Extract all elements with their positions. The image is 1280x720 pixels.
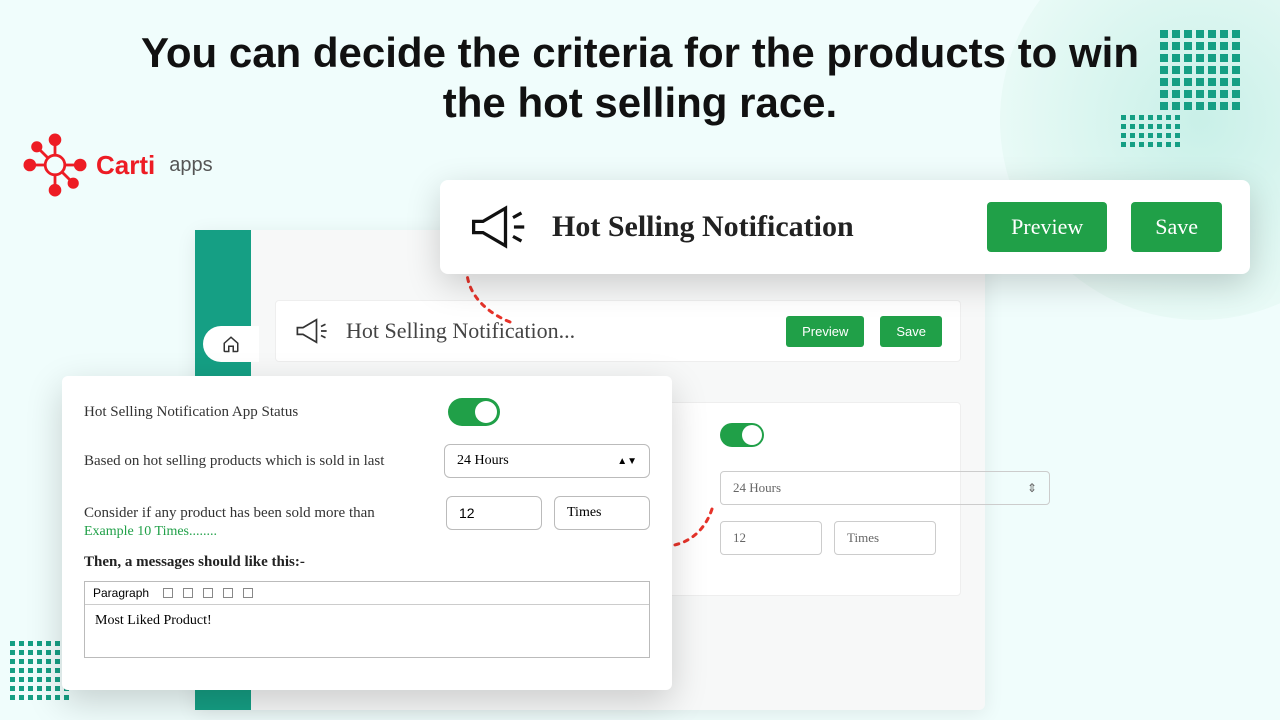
- brand-logo: Carti apps: [20, 130, 213, 200]
- home-icon: [222, 335, 240, 353]
- decorative-dots-tr: [1160, 30, 1240, 110]
- based-on-label: Based on hot selling products which is s…: [84, 453, 444, 470]
- back-period-select[interactable]: 24 Hours ⇕: [720, 471, 1050, 505]
- front-header-title: Hot Selling Notification: [552, 210, 963, 244]
- logo-sub-text: apps: [169, 154, 212, 177]
- back-header-bar: Hot Selling Notification... Preview Save: [275, 300, 961, 362]
- megaphone-icon: [294, 315, 330, 347]
- sidebar-home-tab[interactable]: [203, 326, 259, 362]
- save-button[interactable]: Save: [1131, 202, 1222, 252]
- preview-button[interactable]: Preview: [987, 202, 1107, 252]
- format-dropdown[interactable]: Paragraph: [93, 586, 149, 600]
- logo-brand-text: Carti: [96, 150, 155, 181]
- decorative-dots-bl: [10, 641, 69, 700]
- count-input[interactable]: [446, 496, 542, 530]
- chevron-updown-icon: ⇕: [1027, 481, 1037, 496]
- back-status-toggle[interactable]: [720, 423, 764, 447]
- back-preview-button[interactable]: Preview: [786, 316, 864, 347]
- status-toggle[interactable]: [448, 398, 500, 426]
- status-label: Hot Selling Notification App Status: [84, 404, 448, 421]
- consider-label: Consider if any product has been sold mo…: [84, 505, 446, 522]
- back-period-value: 24 Hours: [733, 480, 781, 496]
- logo-mark-icon: [20, 130, 90, 200]
- editor-format-buttons[interactable]: [163, 588, 253, 598]
- back-header-title: Hot Selling Notification...: [346, 318, 770, 344]
- page-headline: You can decide the criteria for the prod…: [120, 28, 1160, 129]
- editor-toolbar: Paragraph: [85, 582, 649, 605]
- times-unit-label: Times: [554, 496, 650, 530]
- back-save-button[interactable]: Save: [880, 316, 942, 347]
- message-input[interactable]: Most Liked Product!: [85, 605, 649, 657]
- chevron-updown-icon: ▲▼: [617, 459, 637, 464]
- message-editor: Paragraph Most Liked Product!: [84, 581, 650, 658]
- period-select-value: 24 Hours: [457, 453, 509, 469]
- settings-form-card: Hot Selling Notification App Status Base…: [62, 376, 672, 690]
- message-label: Then, a messages should like this:-: [84, 554, 650, 571]
- back-count-input[interactable]: 12: [720, 521, 822, 555]
- period-select[interactable]: 24 Hours ▲▼: [444, 444, 650, 478]
- back-times-label: Times: [834, 521, 936, 555]
- front-header-card: Hot Selling Notification Preview Save: [440, 180, 1250, 274]
- megaphone-icon: [468, 201, 528, 253]
